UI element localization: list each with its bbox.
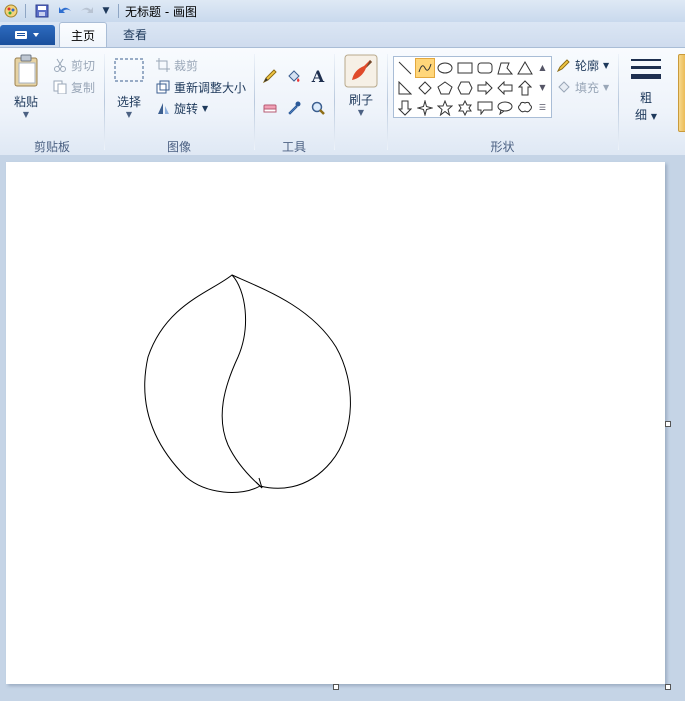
pentagon-shape-icon[interactable]: [435, 78, 455, 98]
select-button[interactable]: 选择 ▼: [110, 56, 148, 119]
left-arrow-shape-icon[interactable]: [495, 78, 515, 98]
pencil-icon[interactable]: [260, 66, 280, 86]
undo-icon[interactable]: [56, 2, 74, 20]
resize-button[interactable]: 重新调整大小: [155, 78, 246, 96]
peach-drawing: [144, 274, 351, 493]
outline-dropdown-icon[interactable]: ▼: [603, 61, 609, 70]
right-triangle-shape-icon[interactable]: [395, 78, 415, 98]
cloud-callout-shape-icon[interactable]: [515, 98, 535, 118]
copy-button[interactable]: 复制: [52, 78, 95, 96]
line-shape-icon[interactable]: [395, 58, 415, 78]
outline-brush-icon: [556, 57, 572, 73]
fill-icon: [556, 79, 572, 95]
brushes-label: 刷子: [348, 93, 373, 107]
cut-button[interactable]: 剪切: [52, 56, 95, 74]
paste-button[interactable]: 粘贴 ▼: [6, 54, 46, 119]
curve-shape-icon[interactable]: [415, 58, 435, 78]
window-title: 无标题 - 画图: [125, 5, 197, 19]
oval-callout-shape-icon[interactable]: [495, 98, 515, 118]
eraser-icon[interactable]: [260, 98, 280, 118]
six-point-star-shape-icon[interactable]: [455, 98, 475, 118]
shapes-expand-icon[interactable]: ☰: [536, 97, 549, 117]
resize-label: 重新调整大小: [174, 80, 247, 95]
select-label: 选择: [116, 95, 141, 109]
rotate-button[interactable]: 旋转 ▼: [155, 99, 208, 117]
brushes-button[interactable]: 刷子 ▼: [340, 54, 382, 117]
color-picker-icon[interactable]: [284, 98, 304, 118]
file-menu-button[interactable]: [0, 25, 55, 45]
up-arrow-shape-icon[interactable]: [515, 78, 535, 98]
canvas-workspace: [0, 155, 685, 701]
ribbon-tab-row: 主页 查看: [0, 22, 685, 48]
paste-label: 粘贴: [13, 95, 38, 109]
oval-shape-icon[interactable]: [435, 58, 455, 78]
resize-handle-bottom[interactable]: [333, 684, 339, 690]
select-icon: [114, 58, 144, 82]
tab-view[interactable]: 查看: [112, 22, 158, 47]
diamond-shape-icon[interactable]: [415, 78, 435, 98]
color-1-swatch[interactable]: [678, 54, 685, 132]
select-dropdown-icon[interactable]: ▼: [110, 110, 148, 119]
shapes-scroll-up-icon[interactable]: ▲: [536, 57, 549, 77]
shapes-group-label: 形状: [490, 140, 515, 154]
crop-icon: [155, 57, 171, 73]
copy-label: 复制: [71, 80, 96, 95]
redo-icon[interactable]: [78, 2, 96, 20]
rotate-label: 旋转: [174, 101, 199, 116]
file-menu-icon: [14, 31, 39, 39]
size-button[interactable]: 粗 细 ▼: [626, 56, 666, 123]
line-width-icon: [631, 59, 661, 79]
shapes-gallery: ▲ ▼ ☰: [393, 56, 552, 118]
hexagon-shape-icon[interactable]: [455, 78, 475, 98]
tools-group-label: 工具: [281, 140, 306, 154]
clipboard-group-label: 剪贴板: [33, 140, 70, 154]
resize-handle-right[interactable]: [665, 421, 671, 427]
down-arrow-shape-icon[interactable]: [395, 98, 415, 118]
scissors-icon: [52, 57, 68, 73]
four-point-star-shape-icon[interactable]: [415, 98, 435, 118]
rect-callout-shape-icon[interactable]: [475, 98, 495, 118]
outline-button[interactable]: 轮廓 ▼: [556, 56, 609, 74]
shapes-scroll-down-icon[interactable]: ▼: [536, 77, 549, 97]
size-label-line2: 细: [635, 108, 648, 122]
five-point-star-shape-icon[interactable]: [435, 98, 455, 118]
polygon-shape-icon[interactable]: [495, 58, 515, 78]
fill-bucket-icon[interactable]: [284, 66, 304, 86]
text-tool-icon[interactable]: A: [308, 66, 328, 86]
fill-label: 填充: [575, 80, 600, 95]
rotate-dropdown-icon[interactable]: ▼: [202, 104, 208, 113]
fill-dropdown-icon[interactable]: ▼: [603, 83, 609, 92]
outline-label: 轮廓: [575, 58, 600, 73]
cut-label: 剪切: [71, 58, 96, 73]
paste-dropdown-icon[interactable]: ▼: [6, 110, 46, 119]
save-icon[interactable]: [33, 2, 51, 20]
right-arrow-shape-icon[interactable]: [475, 78, 495, 98]
resize-handle-corner[interactable]: [665, 684, 671, 690]
drawing-canvas[interactable]: [6, 162, 671, 690]
rectangle-shape-icon[interactable]: [455, 58, 475, 78]
fill-button[interactable]: 填充 ▼: [556, 78, 609, 96]
crop-label: 裁剪: [174, 58, 199, 73]
crop-button[interactable]: 裁剪: [155, 56, 198, 74]
ribbon: 粘贴 ▼ 剪切 复制 剪贴板 选择 ▼ 裁剪 重新调整大小 旋转 ▼ 图像 A: [0, 47, 685, 156]
rounded-rectangle-shape-icon[interactable]: [475, 58, 495, 78]
resize-icon: [155, 79, 171, 95]
tab-home[interactable]: 主页: [59, 22, 107, 48]
rotate-icon: [155, 100, 171, 116]
size-dropdown-icon[interactable]: ▼: [651, 112, 657, 121]
copy-icon: [52, 79, 68, 95]
brush-icon: [344, 54, 378, 88]
quick-access-dropdown-icon[interactable]: ▼: [97, 2, 115, 20]
triangle-shape-icon[interactable]: [515, 58, 535, 78]
magnifier-icon[interactable]: [308, 98, 328, 118]
size-label-line1: 粗: [639, 91, 652, 105]
paste-icon: [14, 54, 38, 87]
paint-app-icon[interactable]: [2, 2, 20, 20]
image-group-label: 图像: [166, 140, 191, 154]
title-bar: ▼ 无标题 - 画图: [0, 0, 685, 23]
brushes-dropdown-icon[interactable]: ▼: [340, 108, 382, 117]
